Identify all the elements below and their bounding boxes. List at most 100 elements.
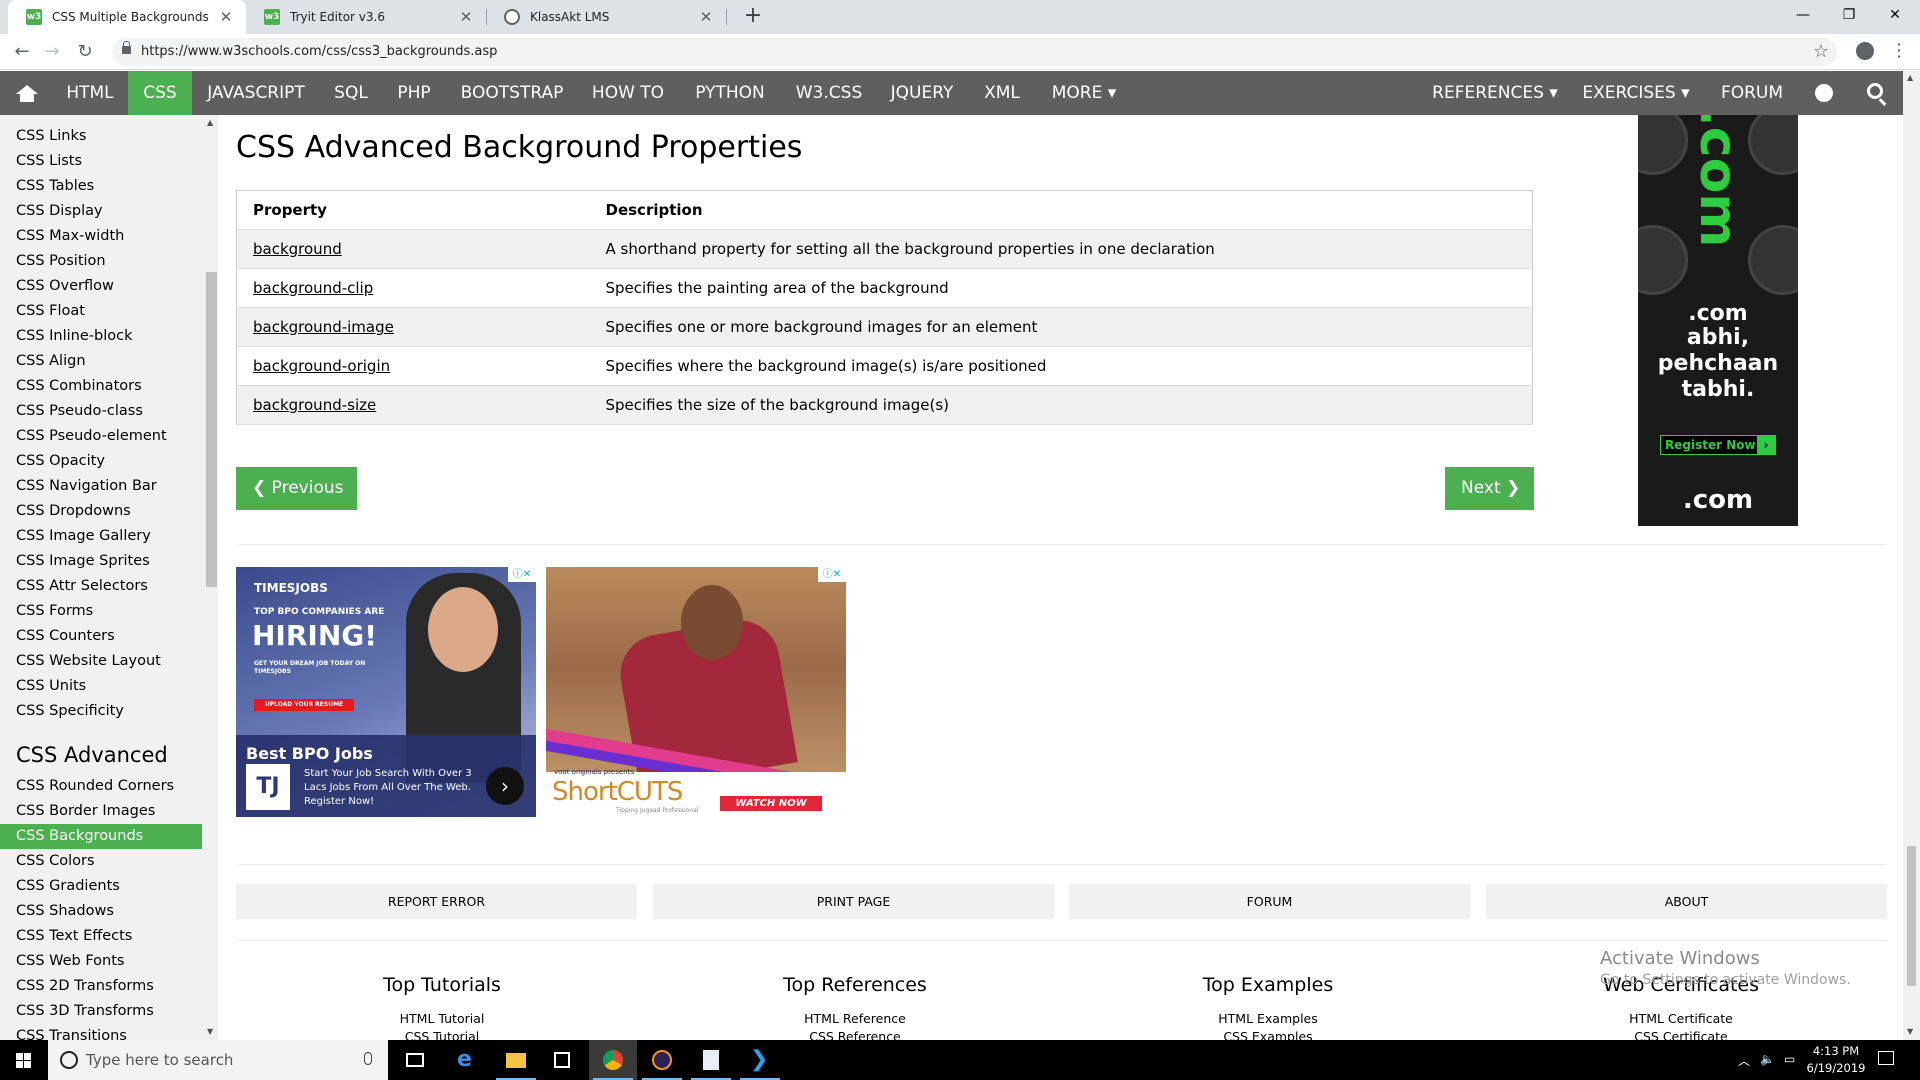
nav-w3css[interactable]: W3.CSS bbox=[782, 71, 876, 115]
sidebar-item-css-image-sprites[interactable]: CSS Image Sprites bbox=[0, 549, 202, 574]
ad-dotcom-skyscraper[interactable]: .com .com abhi, pehchaan tabhi. Register… bbox=[1638, 115, 1798, 526]
ad-timesjobs[interactable]: TIMESJOBS TOP BPO COMPANIES ARE HIRING! … bbox=[236, 567, 536, 817]
sidebar-item-css-lists[interactable]: CSS Lists bbox=[0, 149, 202, 174]
taskbar-search-box[interactable]: Type here to search bbox=[48, 1040, 388, 1080]
sidebar-item-css-border-images[interactable]: CSS Border Images bbox=[0, 799, 202, 824]
taskbar-vscode[interactable]: ❯ bbox=[736, 1040, 784, 1080]
show-hidden-icons-chevron-icon[interactable]: ︿ bbox=[1738, 1052, 1750, 1069]
taskbar-store[interactable] bbox=[540, 1040, 588, 1080]
page-scrollbar[interactable]: ▲ ▼ bbox=[1903, 71, 1920, 1040]
property-link[interactable]: background-clip bbox=[253, 279, 373, 297]
close-icon[interactable]: ✕ bbox=[698, 8, 714, 26]
sidebar-item-css-backgrounds[interactable]: CSS Backgrounds bbox=[0, 824, 202, 849]
taskbar-eclipse[interactable] bbox=[638, 1040, 686, 1080]
nav-javascript[interactable]: JAVASCRIPT bbox=[192, 71, 320, 115]
address-bar[interactable]: https://www.w3schools.com/css/css3_backg… bbox=[112, 38, 1837, 66]
nav-bootstrap[interactable]: BOOTSTRAP bbox=[446, 71, 578, 115]
forward-button[interactable]: → bbox=[39, 40, 65, 64]
next-button[interactable]: Next ❯ bbox=[1445, 467, 1534, 510]
taskbar-edge[interactable]: e bbox=[443, 1040, 491, 1080]
sidebar-item-css-combinators[interactable]: CSS Combinators bbox=[0, 374, 202, 399]
window-close-button[interactable]: ✕ bbox=[1872, 0, 1918, 30]
sidebar-item-css-gradients[interactable]: CSS Gradients bbox=[0, 874, 202, 899]
page-scrollbar-thumb[interactable] bbox=[1907, 846, 1916, 986]
nav-jquery[interactable]: JQUERY bbox=[876, 71, 968, 115]
footer-link[interactable]: HTML Reference bbox=[705, 1011, 1005, 1026]
property-link[interactable]: background-image bbox=[253, 318, 394, 336]
sidebar-item-css-overflow[interactable]: CSS Overflow bbox=[0, 274, 202, 299]
close-icon[interactable]: ✕ bbox=[218, 8, 234, 26]
nav-more-dropdown[interactable]: MORE ▾ bbox=[1036, 71, 1132, 115]
new-tab-button[interactable]: + bbox=[740, 4, 766, 30]
tab-klassakt-lms[interactable]: KlassAkt LMS ✕ bbox=[486, 0, 726, 34]
sidebar-item-css-transitions[interactable]: CSS Transitions bbox=[0, 1024, 202, 1040]
reload-button[interactable]: ↻ bbox=[72, 40, 98, 64]
sidebar-item-css-pseudo-class[interactable]: CSS Pseudo-class bbox=[0, 399, 202, 424]
action-center-icon[interactable] bbox=[1878, 1051, 1894, 1065]
minimize-button[interactable]: — bbox=[1780, 0, 1826, 30]
previous-button[interactable]: ❮ Previous bbox=[236, 467, 357, 510]
sidebar-item-css-tables[interactable]: CSS Tables bbox=[0, 174, 202, 199]
about-button[interactable]: ABOUT bbox=[1486, 884, 1887, 919]
ad-watch-now-button[interactable]: WATCH NOW bbox=[720, 796, 822, 811]
nav-python[interactable]: PYTHON bbox=[678, 71, 782, 115]
scroll-up-arrow-icon[interactable]: ▲ bbox=[207, 118, 213, 127]
menu-kebab-icon[interactable]: ⋮ bbox=[1890, 40, 1908, 62]
nav-forum[interactable]: FORUM bbox=[1710, 71, 1794, 115]
tab-tryit-editor[interactable]: w3 Tryit Editor v3.6 ✕ bbox=[246, 0, 486, 34]
sidebar-item-css-counters[interactable]: CSS Counters bbox=[0, 624, 202, 649]
tab-css-multiple-backgrounds[interactable]: w3 CSS Multiple Backgrounds ✕ bbox=[8, 0, 246, 34]
ad-upload-resume-button[interactable]: UPLOAD YOUR RESUME bbox=[254, 699, 354, 711]
taskbar-chrome[interactable] bbox=[589, 1040, 637, 1080]
sidebar-item-css-forms[interactable]: CSS Forms bbox=[0, 599, 202, 624]
restore-button[interactable]: ❐ bbox=[1826, 0, 1872, 30]
nav-html[interactable]: HTML bbox=[52, 71, 128, 115]
chevron-right-icon[interactable]: › bbox=[486, 767, 524, 805]
sidebar-item-css-pseudo-element[interactable]: CSS Pseudo-element bbox=[0, 424, 202, 449]
property-link[interactable]: background-origin bbox=[253, 357, 390, 375]
sidebar-item-css-attr-selectors[interactable]: CSS Attr Selectors bbox=[0, 574, 202, 599]
nav-how-to[interactable]: HOW TO bbox=[578, 71, 678, 115]
footer-link[interactable]: HTML Examples bbox=[1118, 1011, 1418, 1026]
report-error-button[interactable]: REPORT ERROR bbox=[236, 884, 637, 919]
sidebar-item-css-display[interactable]: CSS Display bbox=[0, 199, 202, 224]
network-icon[interactable]: ▭ bbox=[1784, 1052, 1795, 1066]
sidebar-item-css-web-fonts[interactable]: CSS Web Fonts bbox=[0, 949, 202, 974]
search-icon[interactable] bbox=[1867, 83, 1883, 99]
nav-sql[interactable]: SQL bbox=[320, 71, 382, 115]
nav-css[interactable]: CSS bbox=[128, 71, 192, 115]
nav-php[interactable]: PHP bbox=[382, 71, 446, 115]
ad-voot-shortcuts[interactable]: voot originals presents ShortCUTS Tippin… bbox=[546, 567, 846, 817]
bookmark-star-icon[interactable]: ☆ bbox=[1813, 41, 1829, 62]
sidebar-item-css-units[interactable]: CSS Units bbox=[0, 674, 202, 699]
task-view-button[interactable] bbox=[392, 1040, 440, 1080]
windows-start-icon[interactable] bbox=[16, 1053, 31, 1068]
sidebar-item-css-max-width[interactable]: CSS Max-width bbox=[0, 224, 202, 249]
sidebar-item-css-align[interactable]: CSS Align bbox=[0, 349, 202, 374]
ad-choices-icon[interactable]: ⓘ✕ bbox=[508, 567, 536, 582]
scroll-down-arrow-icon[interactable]: ▼ bbox=[1907, 1027, 1913, 1036]
scroll-down-arrow-icon[interactable]: ▼ bbox=[207, 1027, 213, 1036]
back-button[interactable]: ← bbox=[9, 40, 35, 64]
microphone-icon[interactable] bbox=[364, 1052, 372, 1065]
sidebar-item-css-text-effects[interactable]: CSS Text Effects bbox=[0, 924, 202, 949]
sidebar-item-css-float[interactable]: CSS Float bbox=[0, 299, 202, 324]
ad-register-now-button[interactable]: Register Now › bbox=[1660, 435, 1776, 455]
property-link[interactable]: background bbox=[253, 240, 342, 258]
nav-xml[interactable]: XML bbox=[968, 71, 1036, 115]
scroll-up-arrow-icon[interactable]: ▲ bbox=[1907, 73, 1913, 82]
taskbar-notepad[interactable] bbox=[687, 1040, 735, 1080]
close-icon[interactable]: ✕ bbox=[458, 8, 474, 26]
sidebar-scrollbar[interactable]: ▲ ▼ bbox=[205, 115, 218, 1040]
sidebar-item-css-website-layout[interactable]: CSS Website Layout bbox=[0, 649, 202, 674]
globe-icon[interactable] bbox=[1815, 84, 1833, 102]
forum-button[interactable]: FORUM bbox=[1069, 884, 1470, 919]
ad-choices-icon[interactable]: ⓘ✕ bbox=[818, 567, 846, 582]
sidebar-item-css-shadows[interactable]: CSS Shadows bbox=[0, 899, 202, 924]
sidebar-item-css-specificity[interactable]: CSS Specificity bbox=[0, 699, 202, 724]
print-page-button[interactable]: PRINT PAGE bbox=[653, 884, 1054, 919]
property-link[interactable]: background-size bbox=[253, 396, 376, 414]
sidebar-item-css-position[interactable]: CSS Position bbox=[0, 249, 202, 274]
volume-icon[interactable]: 🔈 bbox=[1760, 1052, 1775, 1066]
sidebar-item-css-navigation-bar[interactable]: CSS Navigation Bar bbox=[0, 474, 202, 499]
